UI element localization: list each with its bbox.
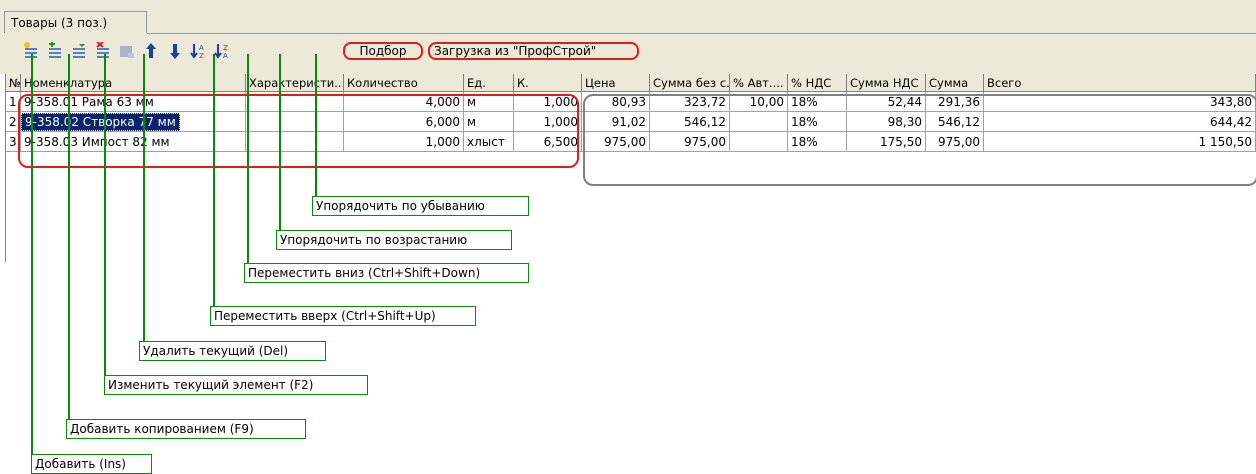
header-quantity[interactable]: Количество: [344, 74, 464, 91]
header-characteristic[interactable]: Характеристи...: [246, 74, 344, 91]
callout-add: Добавить (Ins): [31, 454, 152, 474]
edit-button[interactable]: [70, 42, 88, 60]
table-header: № Номенклатура Характеристи... Количеств…: [6, 74, 1256, 92]
header-price[interactable]: Цена: [582, 74, 650, 91]
sort-descending-button[interactable]: ZA: [214, 42, 232, 60]
arrow-down-icon: [170, 44, 180, 59]
delete-button[interactable]: [94, 42, 112, 60]
header-coef[interactable]: К.: [514, 74, 582, 91]
svg-text:A: A: [223, 52, 228, 60]
callout-delete: Удалить текущий (Del): [139, 341, 326, 361]
move-down-button[interactable]: [166, 42, 184, 60]
sort-ascending-button[interactable]: AZ: [190, 42, 208, 60]
callout-add-copy: Добавить копированием (F9): [66, 419, 306, 439]
svg-text:Z: Z: [223, 44, 228, 52]
header-vat-rate[interactable]: % НДС: [788, 74, 847, 91]
tab-goods[interactable]: Товары (3 поз.): [4, 11, 147, 33]
sort-descending-icon: ZA: [214, 44, 228, 60]
edit-icon: [73, 44, 85, 58]
header-number[interactable]: №: [6, 74, 21, 91]
callout-sort-asc: Упорядочить по возрастанию: [276, 230, 512, 250]
svg-text:Z: Z: [199, 52, 204, 60]
header-sum-no-tax[interactable]: Сумма без с...: [650, 74, 730, 91]
zagruzka-button[interactable]: Загрузка из "ПрофСтрой": [428, 42, 639, 60]
sort-ascending-icon: AZ: [190, 44, 204, 60]
red-highlight-left: [18, 94, 579, 168]
disabled-icon: [120, 46, 134, 58]
callout-move-up: Переместить вверх (Ctrl+Shift+Up): [210, 306, 476, 326]
leader-line-move-up: [213, 54, 215, 318]
leader-line-add-copy: [68, 54, 70, 421]
header-total[interactable]: Всего: [984, 74, 1256, 91]
header-auto-discount[interactable]: % Авт....: [730, 74, 788, 91]
callout-sort-desc: Упорядочить по убыванию: [312, 196, 529, 216]
gray-highlight-right: [583, 94, 1256, 186]
header-unit[interactable]: Ед.: [464, 74, 514, 91]
callout-move-down: Переместить вниз (Ctrl+Shift+Down): [244, 263, 529, 283]
podbor-button[interactable]: Подбор: [343, 42, 423, 60]
leader-line-edit: [104, 54, 106, 386]
callout-edit: Изменить текущий элемент (F2): [104, 375, 368, 395]
leader-line-sort-asc: [279, 54, 281, 241]
leader-line-move-down: [247, 54, 249, 273]
leader-line-delete: [143, 54, 145, 354]
add-copy-icon: [49, 42, 61, 58]
add-copy-button[interactable]: [46, 42, 64, 60]
tab-strip: Товары (3 поз.): [0, 0, 1256, 34]
header-sum[interactable]: Сумма: [926, 74, 984, 91]
toolbar: AZ ZA Подбор Загрузка из "ПрофСтрой": [0, 34, 1256, 74]
delete-icon: [96, 42, 109, 58]
svg-text:A: A: [199, 44, 204, 52]
leader-line-sort-desc: [315, 54, 317, 208]
leader-line-add: [31, 54, 33, 455]
header-vat-sum[interactable]: Сумма НДС: [847, 74, 926, 91]
disabled-button[interactable]: [118, 42, 136, 60]
